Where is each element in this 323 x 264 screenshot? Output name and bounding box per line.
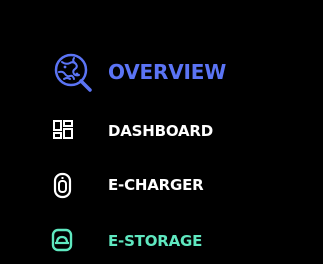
storage-icon	[51, 227, 75, 255]
nav-item-estorage[interactable]: E-STORAGE	[46, 227, 286, 255]
charger-icon	[52, 172, 74, 200]
nav-label-dashboard: DASHBOARD	[108, 122, 214, 140]
nav-label-estorage: E-STORAGE	[108, 232, 203, 250]
nav-item-dashboard[interactable]: DASHBOARD	[46, 118, 286, 146]
dashboard-grid-icon	[52, 118, 74, 146]
nav-item-echarger[interactable]: E-CHARGER	[46, 172, 286, 200]
nav-item-overview[interactable]: OVERVIEW	[46, 50, 286, 96]
globe-search-icon	[50, 50, 98, 96]
nav-label-echarger: E-CHARGER	[108, 176, 204, 194]
sidebar-nav: OVERVIEW DASHBOARD E-CHARGER E-STORAGE	[0, 0, 323, 264]
nav-label-overview: OVERVIEW	[108, 60, 227, 84]
